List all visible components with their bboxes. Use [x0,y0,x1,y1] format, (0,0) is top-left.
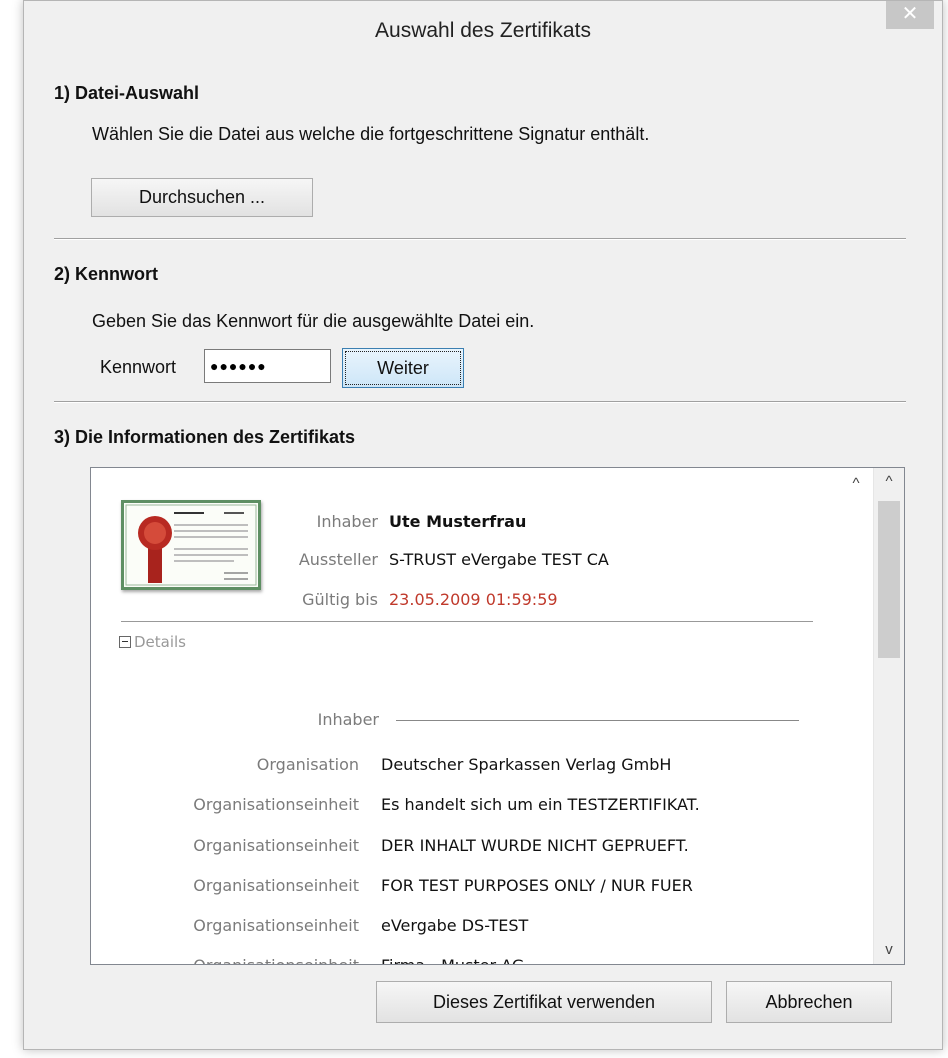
valid-until-value: 23.05.2009 01:59:59 [389,590,558,609]
section-file-description: Wählen Sie die Datei aus welche die fort… [92,124,650,144]
issuer-label: Aussteller [298,550,378,569]
detail-value: Es handelt sich um ein TESTZERTIFIKAT. [381,795,700,814]
detail-label: Organisationseinheit [131,956,359,964]
detail-value: Deutscher Sparkassen Verlag GmbH [381,755,672,774]
separator [54,401,906,403]
detail-label: Organisationseinheit [193,876,359,895]
detail-value: Firma - Muster AG [381,956,524,964]
dialog-title: Auswahl des Zertifikats [375,19,591,42]
details-toggle[interactable]: Details [119,633,186,651]
issuer-value: S-TRUST eVergabe TEST CA [389,550,609,569]
detail-value: FOR TEST PURPOSES ONLY / NUR FUER [381,876,693,895]
detail-label: Organisationseinheit [193,836,359,855]
holder-section-divider [396,720,799,721]
detail-label: Organisationseinheit [193,916,359,935]
scroll-up-icon[interactable]: ^ [879,472,899,492]
detail-value: eVergabe DS-TEST [381,916,529,935]
separator [54,238,906,240]
header-divider [121,621,813,622]
scroll-down-icon[interactable]: v [879,940,899,960]
use-certificate-button[interactable]: Dieses Zertifikat verwenden [376,981,712,1023]
next-button[interactable]: Weiter [342,348,464,388]
scrollbar-thumb[interactable] [878,501,900,658]
section-certificate-title: 3) Die Informationen des Zertifikats [54,427,356,447]
browse-button[interactable]: Durchsuchen ... [91,178,313,217]
close-icon: ✕ [901,3,919,25]
cancel-button[interactable]: Abbrechen [726,981,892,1023]
password-label: Kennwort [100,357,177,377]
certificate-info-panel[interactable]: Inhaber Ute Musterfrau Aussteller S-TRUS… [90,467,905,965]
close-button[interactable]: ✕ [886,1,934,29]
vertical-scrollbar[interactable]: ^ v [873,468,904,964]
holder-section-label: Inhaber [317,710,379,729]
detail-label: Organisation [256,755,359,774]
holder-value: Ute Musterfrau [389,512,527,531]
holder-label: Inhaber [316,512,378,531]
section-password-title: 2) Kennwort [54,264,159,284]
certificate-dialog: Auswahl des Zertifikats ✕ 1) Datei-Auswa… [23,0,943,1050]
section-password-description: Geben Sie das Kennwort für die ausgewähl… [92,311,535,331]
detail-label: Organisationseinheit [193,795,359,814]
title-bar[interactable]: Auswahl des Zertifikats ✕ [24,1,942,66]
inner-scroll-up-icon[interactable]: ^ [846,474,866,494]
section-file-title: 1) Datei-Auswahl [54,83,200,103]
detail-value: DER INHALT WURDE NICHT GEPRUEFT. [381,836,689,855]
password-input[interactable]: ●●●●●● [204,349,331,383]
valid-until-label: Gültig bis [302,590,378,609]
details-label: Details [134,633,187,651]
collapse-icon [119,635,131,648]
